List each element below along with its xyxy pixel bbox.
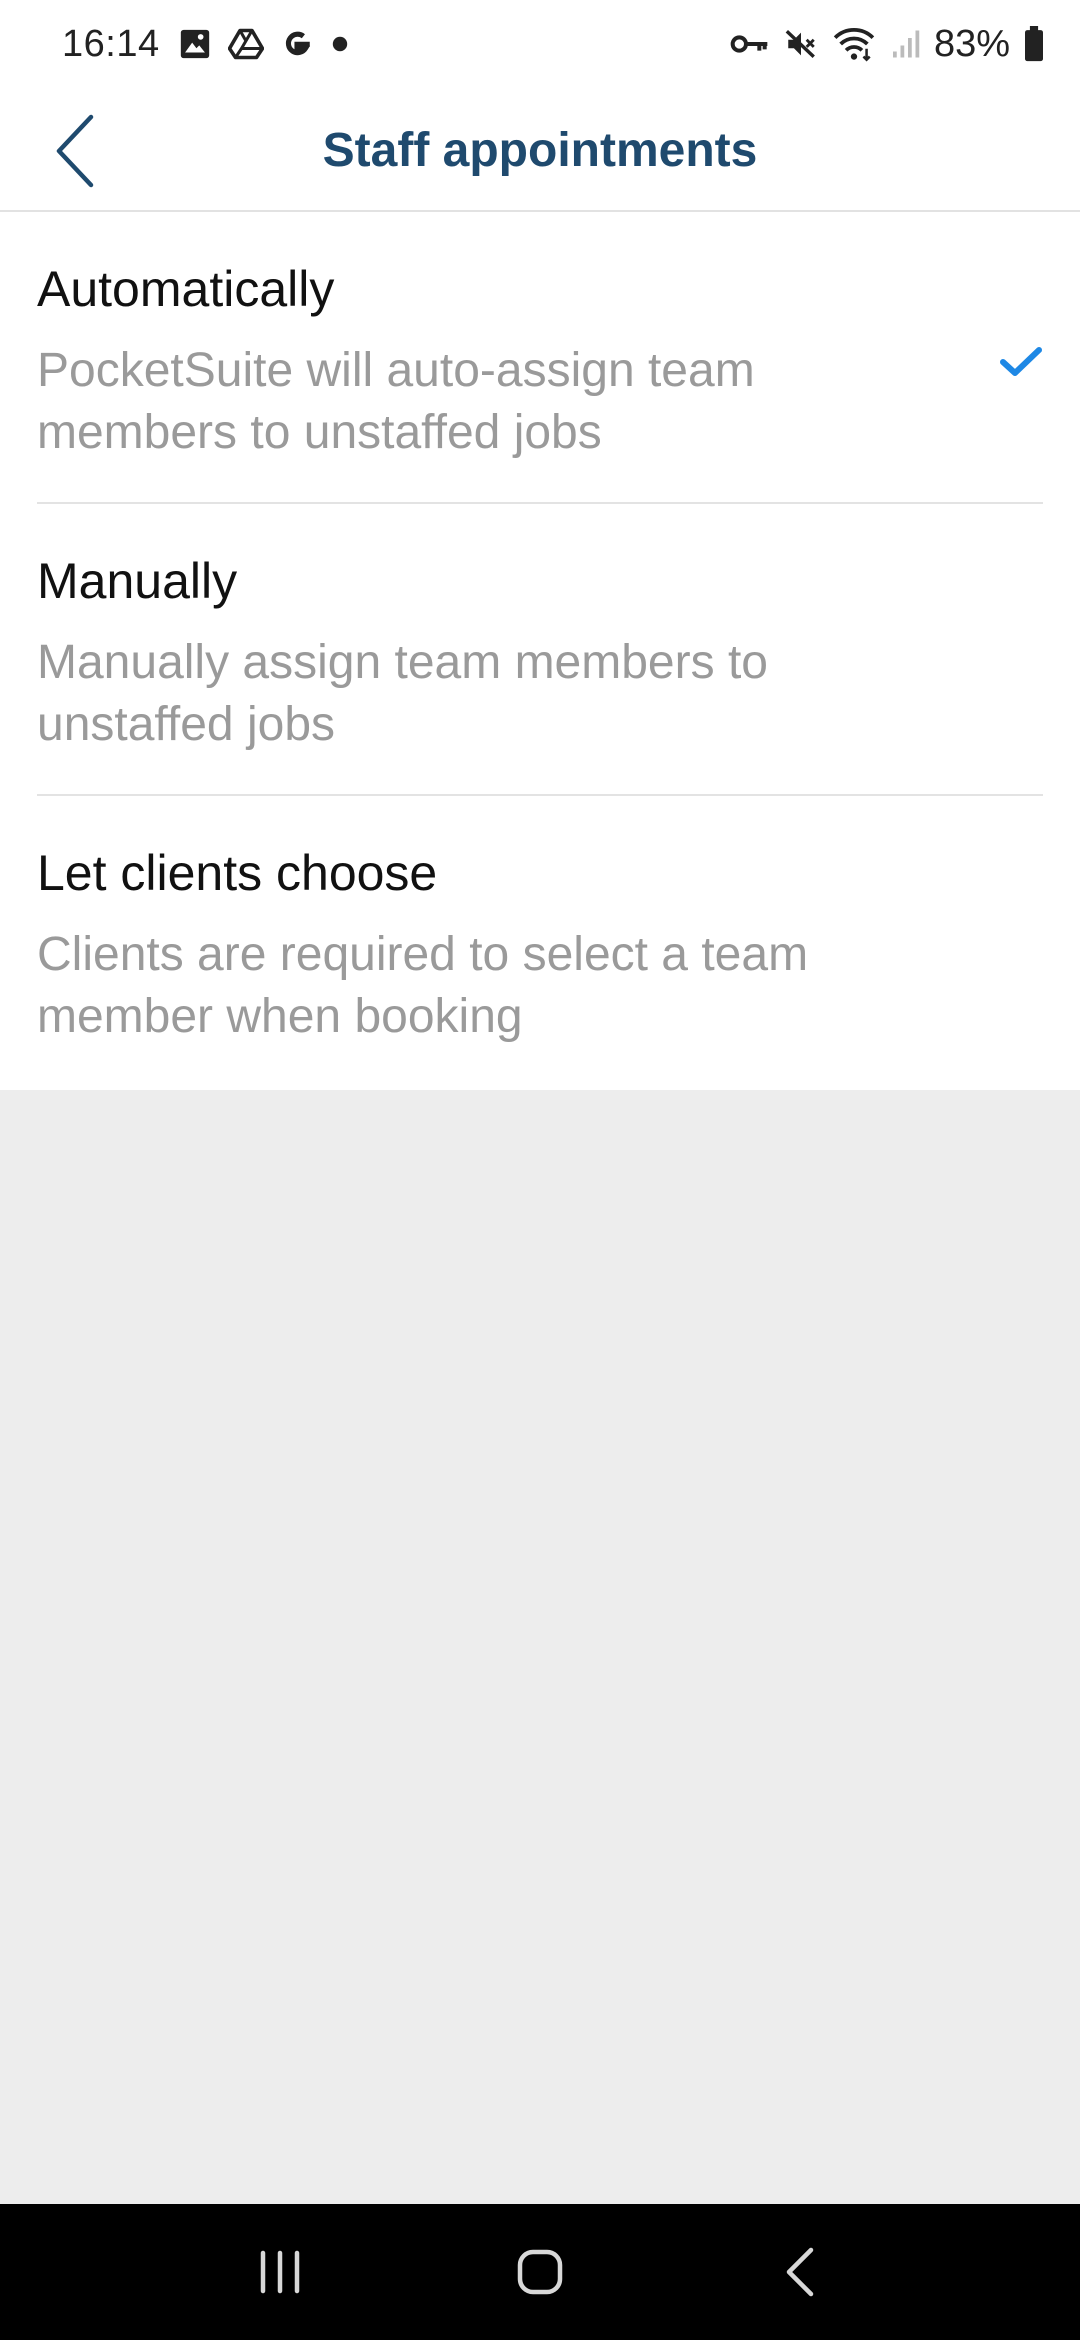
wifi-icon — [832, 26, 876, 62]
option-description: PocketSuite will auto-assign team member… — [37, 344, 755, 459]
option-let-clients-choose[interactable]: Let clients choose Clients are required … — [37, 796, 1043, 1090]
system-nav-bar — [0, 2204, 1080, 2340]
status-time: 16:14 — [62, 22, 160, 65]
option-title: Let clients choose — [37, 845, 438, 901]
option-title: Manually — [37, 553, 238, 609]
recents-button[interactable] — [230, 2222, 330, 2322]
option-description: Clients are required to select a team me… — [37, 928, 809, 1043]
app-header: Staff appointments — [0, 88, 1080, 212]
vpn-key-icon — [730, 31, 770, 57]
page-title: Staff appointments — [322, 123, 758, 177]
status-bar: 16:14 83% — [0, 0, 1080, 88]
battery-icon — [1024, 26, 1044, 62]
drive-icon — [227, 27, 264, 61]
back-nav-button[interactable] — [750, 2222, 850, 2322]
option-automatically[interactable]: Automatically PocketSuite will auto-assi… — [37, 212, 1043, 504]
home-icon — [517, 2249, 563, 2295]
battery-percent: 83% — [933, 22, 1010, 65]
dot-icon — [330, 34, 350, 54]
check-icon — [1000, 347, 1042, 376]
chevron-left-icon — [56, 114, 94, 188]
google-icon — [280, 27, 314, 61]
option-manually[interactable]: Manually Manually assign team members to… — [37, 504, 1043, 796]
assignment-options-list: Automatically PocketSuite will auto-assi… — [0, 212, 1080, 1090]
home-button[interactable] — [490, 2222, 590, 2322]
screen: 16:14 83% Staff appointments Automatical… — [0, 0, 1080, 2340]
status-right: 83% — [730, 23, 1044, 66]
status-left-icons — [178, 27, 350, 61]
option-title: Automatically — [37, 261, 335, 317]
mute-icon — [784, 27, 818, 61]
recents-icon — [260, 2250, 300, 2294]
signal-icon — [890, 29, 920, 59]
back-icon — [786, 2247, 814, 2297]
option-description: Manually assign team members to unstaffe… — [37, 636, 768, 751]
image-icon — [178, 27, 212, 61]
back-button[interactable] — [30, 106, 120, 196]
